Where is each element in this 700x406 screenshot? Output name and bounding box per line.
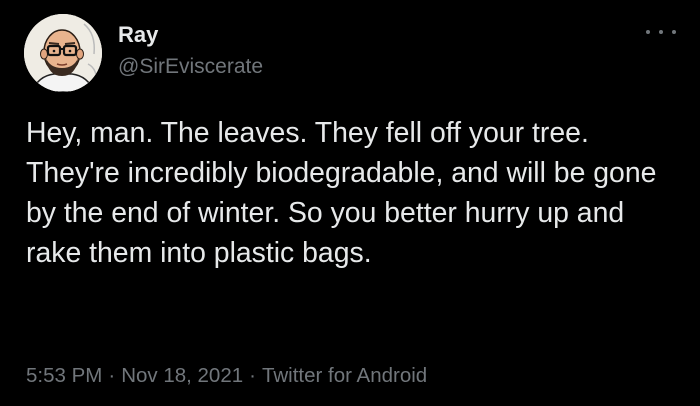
author-name[interactable]: Ray [118, 22, 158, 48]
tweet-metadata: 5:53 PM · Nov 18, 2021 · Twitter for Android [26, 362, 427, 390]
tweet-time[interactable]: 5:53 PM [26, 364, 102, 387]
author-avatar[interactable] [24, 14, 102, 92]
tweet-source[interactable]: Twitter for Android [262, 364, 427, 387]
avatar-illustration-icon [24, 14, 102, 92]
author-handle[interactable]: @SirEviscerate [118, 54, 263, 80]
tweet-card: Ray @SirEviscerate Hey, man. The leaves.… [0, 0, 700, 406]
more-dot [672, 30, 676, 34]
more-dot [646, 30, 650, 34]
more-options-icon[interactable] [646, 22, 676, 42]
meta-separator: · [249, 364, 256, 387]
tweet-text: Hey, man. The leaves. They fell off your… [26, 117, 657, 269]
meta-separator: · [108, 364, 116, 387]
more-dot [659, 30, 663, 34]
tweet-date[interactable]: Nov 18, 2021 [121, 364, 243, 387]
